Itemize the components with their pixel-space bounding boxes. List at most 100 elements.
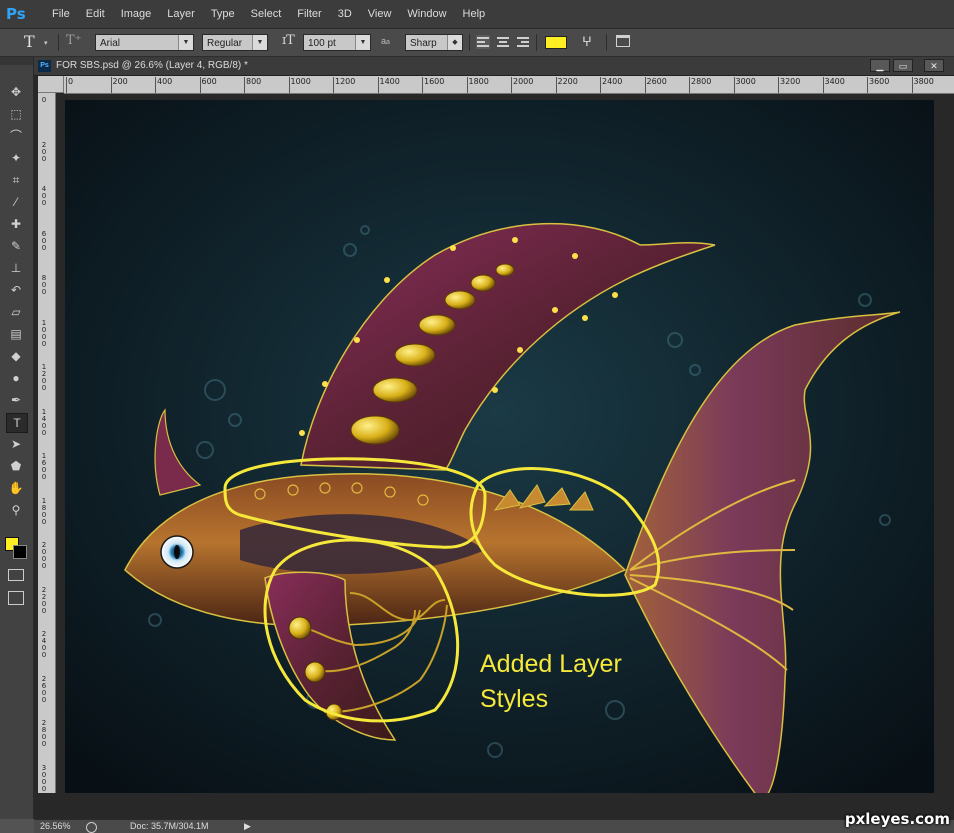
ruler-tick [867, 77, 868, 93]
minimize-button[interactable]: ▁ [870, 59, 890, 72]
menu-3d[interactable]: 3D [330, 0, 360, 28]
align-right-button[interactable] [516, 35, 530, 49]
horizontal-ruler[interactable]: 0 200 400 600 800 1000 1200 1400 1600 1800 2000 220… [64, 76, 954, 94]
ruler-tick [66, 77, 67, 93]
align-center-button[interactable] [496, 35, 510, 49]
menu-layer[interactable]: Layer [159, 0, 203, 28]
menu-filter[interactable]: Filter [289, 0, 329, 28]
zoom-level[interactable]: 26.56% [40, 820, 71, 833]
ruler-tick [333, 77, 334, 93]
menu-help[interactable]: Help [455, 0, 494, 28]
tool-preset-dropdown-icon[interactable]: ▾ [44, 39, 48, 56]
ruler-tick [422, 77, 423, 93]
move-icon[interactable]: ✥ [6, 83, 26, 101]
screen-mode-icon[interactable] [8, 591, 24, 605]
menu-view[interactable]: View [360, 0, 400, 28]
ruler-tick [778, 77, 779, 93]
status-menu-arrow-icon[interactable]: ▶ [244, 821, 251, 832]
separator [606, 34, 607, 51]
antialias-value: Sharp [410, 38, 437, 49]
type-tool-preset-icon[interactable]: T [24, 32, 35, 51]
restore-button[interactable]: ▭ [893, 59, 913, 72]
zoom-icon[interactable]: ⚲ [6, 501, 26, 519]
quick-mask-icon[interactable] [8, 569, 24, 581]
antialias-icon: aa [381, 36, 390, 53]
document-size-info: Doc: 35.7M/304.1M [130, 821, 209, 831]
crop-icon[interactable]: ⌗ [6, 171, 26, 189]
antialias-select[interactable]: Sharp ◆ [405, 34, 463, 51]
shape-icon[interactable]: ⬟ [6, 457, 26, 475]
pen-icon[interactable]: ✒ [6, 391, 26, 409]
ruler-tick [110, 77, 112, 93]
font-size-select[interactable]: 100 pt ▼ [303, 34, 371, 51]
ruler-tick-label: 3200 [780, 77, 801, 86]
ruler-tick [511, 77, 512, 93]
ruler-tick-label: 2800 [691, 77, 712, 86]
menu-image[interactable]: Image [113, 0, 160, 28]
ruler-tick-label: 200 [112, 77, 128, 86]
ruler-tick-label: 1600 [41, 452, 47, 481]
ruler-tick-label: 3800 [913, 77, 934, 86]
lasso-icon[interactable]: ⌒ [6, 127, 26, 145]
ruler-tick-label: 2800 [41, 719, 47, 748]
toolbox: ✥ ⬚ ⌒ ✦ ⌗ ⁄ ✚ ✎ ⊥ ↶ ▱ ▤ ◆ ● ✒ T ➤ ⬟ ✋ ⚲ [0, 57, 34, 819]
align-left-button[interactable] [476, 35, 490, 49]
font-family-select[interactable]: Arial ▼ [95, 34, 194, 51]
separator [469, 34, 470, 51]
blur-icon[interactable]: ◆ [6, 347, 26, 365]
marquee-icon[interactable]: ⬚ [6, 105, 26, 123]
document-tab[interactable]: Ps FOR SBS.psd @ 26.6% (Layer 4, RGB/8) … [34, 57, 954, 76]
brush-icon[interactable]: ✎ [6, 237, 26, 255]
path-selection-icon[interactable]: ➤ [6, 435, 26, 453]
type-icon[interactable]: T [6, 413, 28, 433]
chevron-down-icon: ▼ [178, 35, 193, 50]
font-style-select[interactable]: Regular ▼ [202, 34, 268, 51]
ruler-tick-label: 200 [41, 140, 47, 163]
toolbox-grip[interactable] [0, 57, 33, 65]
font-size-icon: ɪT [282, 33, 295, 48]
close-button[interactable]: ✕ [924, 59, 944, 72]
menu-window[interactable]: Window [399, 0, 454, 28]
watermark: pxleyes.com [844, 810, 950, 828]
dodge-icon[interactable]: ● [6, 369, 26, 387]
separator [536, 34, 537, 51]
eraser-icon[interactable]: ▱ [6, 303, 26, 321]
magic-wand-icon[interactable]: ✦ [6, 149, 26, 167]
menu-file[interactable]: File [44, 0, 78, 28]
status-bar: 26.56% Doc: 35.7M/304.1M ▶ [34, 819, 954, 833]
healing-brush-icon[interactable]: ✚ [6, 215, 26, 233]
ruler-tick-label: 3000 [735, 77, 756, 86]
warp-text-icon[interactable]: ⵖ [582, 34, 592, 51]
menu-select[interactable]: Select [243, 0, 290, 28]
status-icon[interactable] [86, 822, 97, 833]
menu-items: File Edit Image Layer Type Select Filter 3D View… [44, 0, 493, 28]
annotation-text-line2: Styles [480, 685, 548, 713]
ruler-tick-label: 1400 [379, 77, 400, 86]
vertical-ruler[interactable]: 0 200 400 600 800 1000 1200 1400 1600 1800 2000 220… [38, 93, 56, 793]
ruler-tick-label: 1800 [468, 77, 489, 86]
canvas[interactable]: Added Layer Styles [65, 100, 934, 793]
menu-type[interactable]: Type [203, 0, 243, 28]
text-color-swatch[interactable] [545, 36, 567, 49]
annotation-text-line1: Added Layer [480, 650, 622, 678]
history-brush-icon[interactable]: ↶ [6, 281, 26, 299]
separator [58, 34, 59, 51]
background-color-swatch[interactable] [13, 545, 27, 559]
menu-bar: Ps File Edit Image Layer Type Select Filter 3D V… [0, 0, 954, 29]
ruler-tick [822, 77, 824, 93]
text-orientation-icon[interactable]: T⁺ [66, 33, 82, 50]
chevron-down-icon: ▼ [355, 35, 370, 50]
ruler-tick-label: 400 [157, 77, 173, 86]
ruler-tick-label: 0 [41, 96, 47, 104]
ruler-tick [911, 77, 913, 93]
eyedropper-icon[interactable]: ⁄ [6, 193, 26, 211]
hand-icon[interactable]: ✋ [6, 479, 26, 497]
ruler-origin[interactable] [38, 76, 64, 93]
ruler-tick-label: 2200 [41, 585, 47, 615]
gradient-icon[interactable]: ▤ [6, 325, 26, 343]
photoshop-logo-icon: Ps [6, 5, 26, 23]
clone-stamp-icon[interactable]: ⊥ [6, 259, 26, 277]
ruler-tick-label: 2400 [41, 630, 47, 659]
character-panel-icon[interactable] [616, 35, 630, 47]
menu-edit[interactable]: Edit [78, 0, 113, 28]
